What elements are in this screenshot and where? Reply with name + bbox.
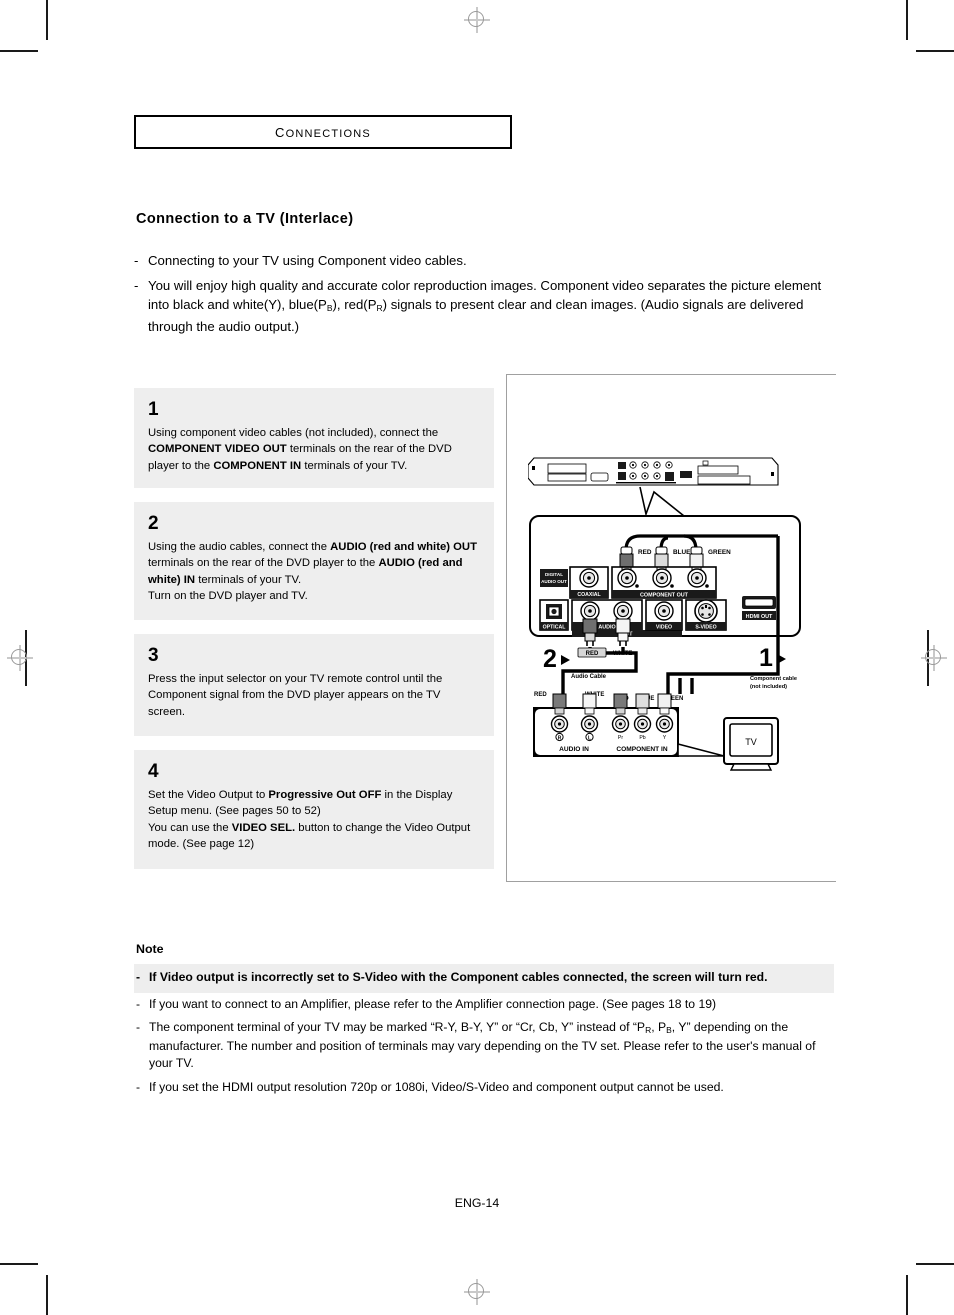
divider-left xyxy=(506,374,507,882)
jack-coaxial xyxy=(579,568,599,588)
label-component-in-y: Y xyxy=(663,735,667,741)
label-component-green: GREEN xyxy=(708,549,731,556)
label-audio-out-white: WHITE xyxy=(613,651,632,657)
registration-mark-left xyxy=(7,645,33,671)
registration-mark-bottom xyxy=(464,1279,490,1305)
step-number: 1 xyxy=(148,399,159,420)
step-text: Set the Video Output to Progressive Out … xyxy=(148,789,471,851)
callout-1: 1 Component cable (not included) xyxy=(750,644,797,690)
jack-s-video xyxy=(694,599,718,623)
label-digital-audio-out-2: AUDIO OUT xyxy=(541,579,567,584)
crop-mark-top-left-h xyxy=(0,50,38,52)
label-audio-in-r: R xyxy=(558,736,562,742)
note-list: - If Video output is incorrectly set to … xyxy=(134,964,834,1099)
step-number: 2 xyxy=(148,513,159,534)
label-s-video: S-VIDEO xyxy=(695,624,716,630)
jack-hdmi-out xyxy=(742,596,776,609)
chapter-title: Connections xyxy=(275,121,371,142)
step-box-2: 2 Using the audio cables, connect the AU… xyxy=(134,502,494,620)
bullet-dash: - xyxy=(134,277,139,293)
note-item: - The component terminal of your TV may … xyxy=(134,1016,834,1076)
intro-bullet-text-1: Connecting to your TV using Component vi… xyxy=(148,253,467,268)
bullet-dash: - xyxy=(134,253,139,268)
callout-2-arrow xyxy=(561,655,570,665)
intro-bullet: - You will enjoy high quality and accura… xyxy=(134,276,834,337)
step-number: 4 xyxy=(148,761,159,782)
jacks-component-out xyxy=(617,568,709,588)
step-box-4: 4 Set the Video Output to Progressive Ou… xyxy=(134,750,494,869)
callout-2-label: Audio Cable xyxy=(571,674,607,680)
label-component-blue: BLUE xyxy=(673,549,691,556)
tv-set: TV xyxy=(723,717,779,771)
bullet-dash: - xyxy=(136,1079,141,1094)
note-label: Note xyxy=(136,942,164,956)
intro-bullet-text-2: You will enjoy high quality and accurate… xyxy=(148,277,822,334)
step-number: 3 xyxy=(148,645,159,666)
callout-1-label-line1: Component cable xyxy=(750,676,797,682)
crop-mark-top-left-v xyxy=(46,0,48,40)
registration-mark-top xyxy=(464,7,490,33)
label-audio-in-l: L xyxy=(588,736,591,742)
callout-1-number: 1 xyxy=(759,644,773,672)
crop-mark-bottom-left-v xyxy=(46,1275,48,1315)
label-audio-out-red: RED xyxy=(586,651,599,657)
crop-mark-bottom-right-h xyxy=(916,1263,954,1265)
note-item: - If you want to connect to an Amplifier… xyxy=(134,993,834,1017)
connection-diagram: RED BLUE GREEN DIGITAL AUDIO OUT COAXIAL… xyxy=(528,457,801,771)
page-title: Connection to a TV (Interlace) xyxy=(136,211,354,227)
chapter-header: Connections xyxy=(134,115,512,149)
crop-mark-top-right-v xyxy=(906,0,908,40)
note-item-text-3: If you set the HDMI output resolution 72… xyxy=(149,1079,724,1094)
note-item-text-0: If Video output is incorrectly set to S-… xyxy=(149,970,768,984)
note-item-text-2: The component terminal of your TV may be… xyxy=(149,1020,816,1070)
crop-mark-top-right-h xyxy=(916,50,954,52)
step-box-3: 3 Press the input selector on your TV re… xyxy=(134,634,494,736)
intro-bullet: - Connecting to your TV using Component … xyxy=(134,251,834,271)
intro-list: - Connecting to your TV using Component … xyxy=(134,251,834,341)
steps-list: 1 Using component video cables (not incl… xyxy=(134,388,494,883)
callout-2-number: 2 xyxy=(543,645,557,673)
bullet-dash: - xyxy=(136,996,141,1011)
label-audio: AUDIO xyxy=(598,624,615,630)
label-optical: OPTICAL xyxy=(543,624,567,630)
label-hdmi-out: HDMI OUT xyxy=(746,614,773,620)
note-item: - If you set the HDMI output resolution … xyxy=(134,1076,834,1100)
callout-1-label-line2: (not included) xyxy=(750,684,787,690)
dvd-rear-panel-detail: RED BLUE GREEN DIGITAL AUDIO OUT COAXIAL… xyxy=(529,515,801,646)
bullet-dash: - xyxy=(136,970,141,984)
label-tv-audio-red: RED xyxy=(534,692,547,698)
note-item-text-1: If you want to connect to an Amplifier, … xyxy=(149,996,717,1011)
jack-optical xyxy=(546,604,562,619)
crop-mark-bottom-left-h xyxy=(0,1263,38,1265)
dvd-rear-panel-overview xyxy=(528,457,779,486)
callout-1-arrow xyxy=(777,654,786,664)
connection-diagram-panel: RED BLUE GREEN DIGITAL AUDIO OUT COAXIAL… xyxy=(506,374,836,882)
label-digital-audio-out-1: DIGITAL xyxy=(545,572,563,577)
label-component-in: COMPONENT IN xyxy=(616,746,668,753)
crop-mark-bottom-right-v xyxy=(906,1275,908,1315)
label-component-red: RED xyxy=(638,549,652,556)
document-page: Connections Connection to a TV (Interlac… xyxy=(0,0,954,1315)
tv-label: TV xyxy=(745,737,757,747)
registration-mark-right xyxy=(921,645,947,671)
step-text: Using the audio cables, connect the AUDI… xyxy=(148,541,477,603)
jack-video xyxy=(654,601,674,621)
step-box-1: 1 Using component video cables (not incl… xyxy=(134,388,494,488)
label-component-out: COMPONENT OUT xyxy=(640,592,689,598)
divider-top xyxy=(506,374,836,375)
divider-bottom xyxy=(506,881,836,882)
note-item: - If Video output is incorrectly set to … xyxy=(134,964,834,993)
page-footer: ENG-14 xyxy=(454,1196,500,1210)
bullet-dash: - xyxy=(136,1020,141,1034)
step-text: Press the input selector on your TV remo… xyxy=(148,673,443,718)
label-component-in-pr: Pr xyxy=(618,735,623,741)
label-coaxial: COAXIAL xyxy=(577,592,601,598)
label-video: VIDEO xyxy=(656,624,672,630)
label-component-in-pb: Pb xyxy=(639,735,645,741)
label-audio-in: AUDIO IN xyxy=(559,746,589,753)
step-text: Using component video cables (not includ… xyxy=(148,427,452,472)
tv-terminal-panel: R L Pr Pb Y AUDIO IN COMPONENT IN xyxy=(533,693,679,757)
